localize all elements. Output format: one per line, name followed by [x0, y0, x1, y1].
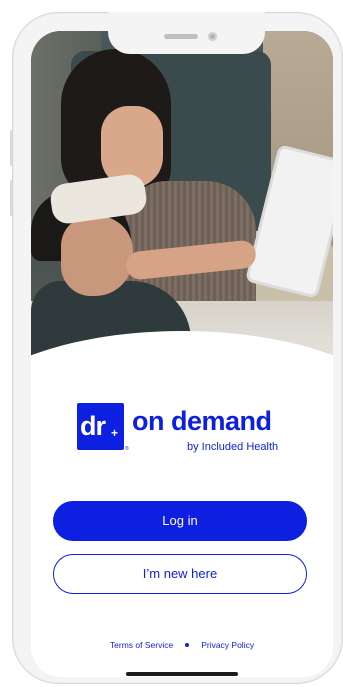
device-mockup: dr + ® on demand by Included Health Log … — [0, 0, 343, 687]
camera-icon — [208, 32, 217, 41]
brand-logo: dr + ® on demand by Included Health — [77, 403, 287, 463]
separator-dot — [185, 643, 190, 648]
home-indicator[interactable] — [126, 672, 238, 676]
privacy-policy-link[interactable]: Privacy Policy — [201, 640, 254, 650]
hero-image — [31, 31, 333, 371]
registered-mark: ® — [125, 446, 129, 452]
speaker-icon — [164, 34, 198, 39]
logo-mark-text: dr — [80, 411, 106, 441]
new-user-button[interactable]: I’m new here — [53, 554, 307, 594]
terms-of-service-link[interactable]: Terms of Service — [110, 640, 173, 650]
brand-name: on demand — [132, 406, 272, 436]
login-button[interactable]: Log in — [53, 501, 307, 541]
footer-links: Terms of Service Privacy Policy — [31, 640, 333, 650]
brand-tagline: by Included Health — [187, 441, 279, 453]
phone-notch — [108, 12, 265, 54]
logo-plus-icon: + — [111, 426, 119, 440]
app-screen: dr + ® on demand by Included Health Log … — [31, 31, 333, 677]
